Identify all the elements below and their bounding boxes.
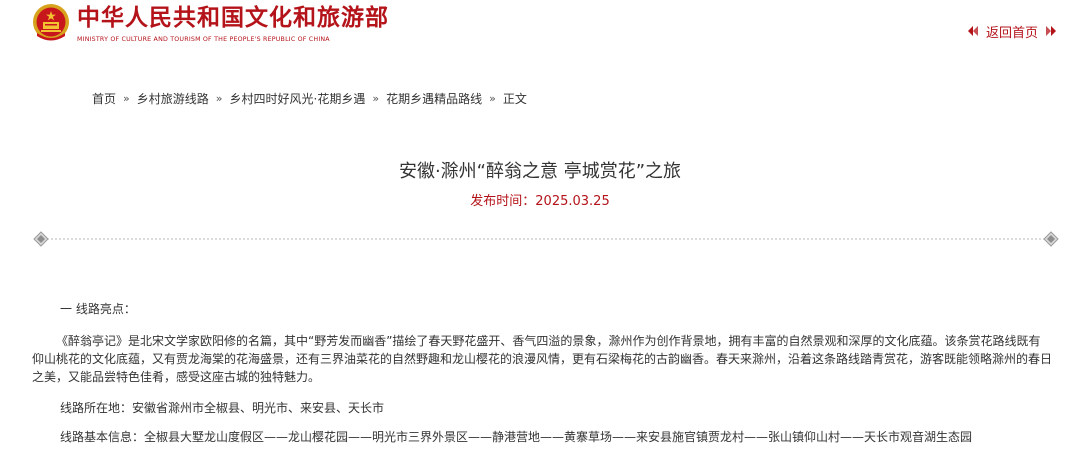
- breadcrumb-separator: »: [489, 92, 496, 105]
- arrow-right-icon: [1046, 26, 1056, 36]
- back-home-link[interactable]: 返回首页: [966, 21, 1058, 41]
- site-subtitle: MINISTRY OF CULTURE AND TOURISM OF THE P…: [77, 36, 330, 43]
- breadcrumb-seasonal-scenery[interactable]: 乡村四时好风光·花期乡遇: [230, 91, 366, 107]
- title-divider: [33, 231, 1059, 247]
- breadcrumb: 首页 » 乡村旅游线路 » 乡村四时好风光·花期乡遇 » 花期乡遇精品路线 » …: [92, 91, 527, 107]
- breadcrumb-separator: »: [372, 92, 380, 105]
- site-header: 中华人民共和国文化和旅游部 MINISTRY OF CULTURE AND TO…: [0, 0, 1080, 60]
- publish-date: 发布时间：2025.03.25: [470, 194, 610, 209]
- breadcrumb-separator: »: [215, 92, 223, 105]
- route-location: 线路所在地：安徽省滁州市全椒县、明光市、来安县、天长市: [60, 401, 385, 415]
- site-title[interactable]: 中华人民共和国文化和旅游部: [77, 4, 389, 32]
- breadcrumb-current: 正文: [502, 92, 527, 106]
- section-heading: 一 线路亮点：: [60, 302, 136, 316]
- national-emblem-icon[interactable]: [31, 3, 71, 43]
- breadcrumb-rural-routes[interactable]: 乡村旅游线路: [137, 91, 209, 107]
- breadcrumb-flower-routes[interactable]: 花期乡遇精品路线: [386, 91, 482, 107]
- article-title: 安徽·滁州“醉翁之意 亭城赏花”之旅: [398, 161, 682, 182]
- route-info: 线路基本信息：全椒县大墅龙山度假区——龙山樱花园——明光市三界外景区——静港营地…: [60, 430, 973, 444]
- breadcrumb-separator: »: [123, 92, 130, 105]
- breadcrumb-home[interactable]: 首页: [92, 91, 116, 107]
- arrow-left-icon: [967, 26, 978, 36]
- back-home-label[interactable]: 返回首页: [986, 22, 1038, 41]
- body-paragraph: 《醉翁亭记》是北宋文学家欧阳修的名篇，其中“野芳发而幽香”描绘了春天野花盛开、香…: [32, 334, 1053, 384]
